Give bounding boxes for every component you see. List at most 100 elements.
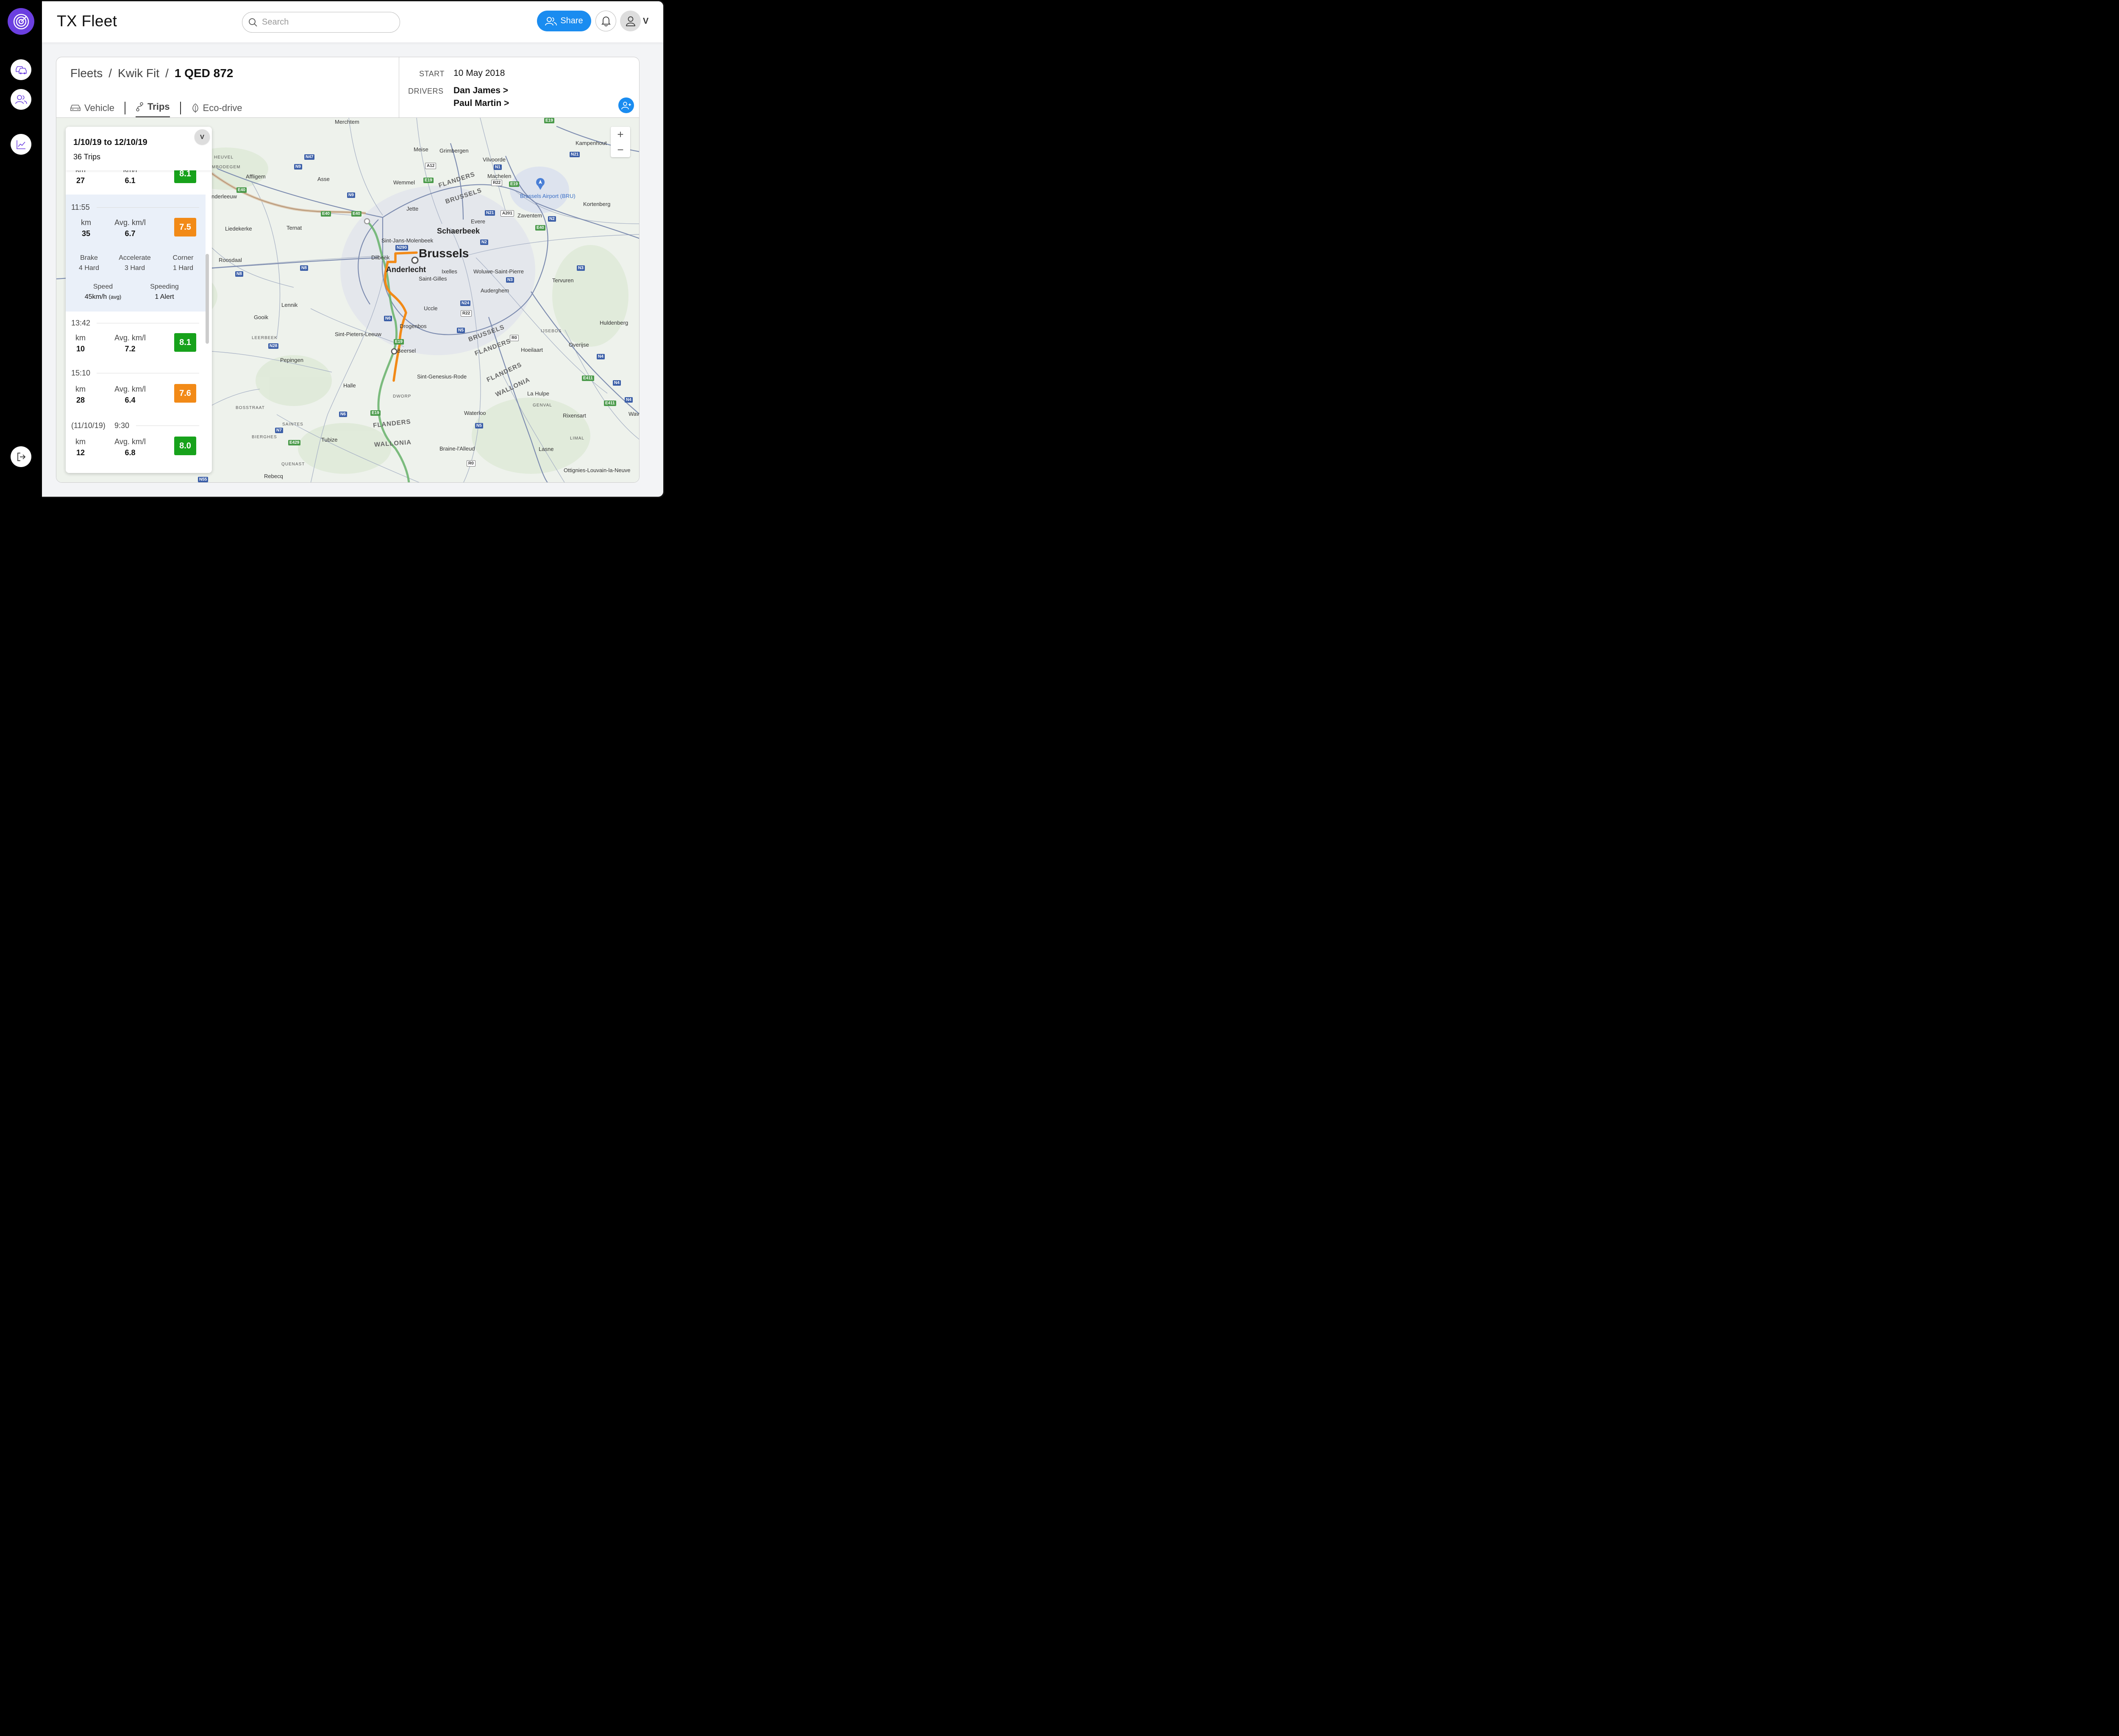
road-shield: N3	[577, 265, 585, 271]
road-shield: N21	[485, 210, 495, 216]
road-shield: N9	[294, 164, 302, 170]
sidebar-item-fleet[interactable]	[11, 59, 31, 80]
road-shield: N6	[339, 412, 347, 417]
road-shield: E40	[321, 211, 331, 217]
road-shield: N24	[460, 300, 471, 306]
zoom-out-button[interactable]: −	[611, 142, 630, 157]
breadcrumb-kwik-fit[interactable]: Kwik Fit	[118, 67, 159, 80]
road-shield: N28	[268, 343, 279, 349]
map-label: Merchtem	[335, 119, 359, 125]
road-shield: E19	[544, 118, 554, 123]
km-value: 12	[76, 448, 85, 457]
map-label-brussels: Brussels	[419, 247, 469, 260]
road-shield: E40	[351, 211, 362, 217]
avg-value: 6.4	[125, 396, 136, 404]
drivers-label: DRIVERS	[408, 87, 444, 95]
logo-icon[interactable]	[8, 8, 34, 35]
trip-item[interactable]: (11/10/19) 9:30 km Avg. km/l 12 6.8 8.0	[66, 414, 206, 469]
road-shield: E40	[236, 187, 247, 193]
users-icon	[545, 17, 557, 25]
km-value: 35	[81, 229, 91, 238]
user-icon	[626, 16, 635, 26]
road-shield: N290	[395, 245, 408, 250]
tab-eco-drive[interactable]: Eco-drive	[191, 100, 242, 117]
map-label: Woluwe-Saint-Pierre	[473, 268, 524, 275]
map-label: Affligem	[246, 173, 266, 180]
trips-list[interactable]: km km/l 27 6.1 8.1 11:55 km Avg. km/l	[66, 127, 212, 473]
share-button[interactable]: Share	[537, 11, 591, 31]
speed-suffix: (avg)	[108, 294, 122, 300]
search-box[interactable]	[242, 12, 400, 33]
top-bar: TX Fleet Share	[42, 1, 663, 42]
map-label: Grimbergen	[439, 147, 469, 154]
km-value: 28	[76, 396, 85, 404]
map-label: SAINTES	[282, 422, 303, 427]
trip-item[interactable]: km km/l 27 6.1 8.1	[66, 164, 206, 195]
sidebar	[0, 0, 42, 498]
map-label: HEUVEL	[214, 155, 234, 160]
add-driver-button[interactable]	[618, 97, 634, 113]
map-label: Sint-Pieters-Leeuw	[335, 331, 381, 337]
road-shield: N5	[457, 328, 465, 333]
zoom-in-button[interactable]: +	[611, 127, 630, 142]
road-shield: N4	[625, 397, 633, 403]
road-shield: R22	[491, 180, 503, 186]
road-shield: N5	[475, 423, 483, 428]
map-label: Roosdaal	[219, 257, 242, 263]
map-label: Uccle	[424, 305, 438, 312]
trips-panel-header: 1/10/19 to 12/10/19 36 Trips V	[66, 127, 212, 170]
avg-value: 7.2	[125, 345, 136, 353]
user-menu-toggle[interactable]: V	[643, 17, 648, 26]
road-shield: E40	[535, 225, 545, 231]
search-input[interactable]	[262, 17, 389, 27]
bell-icon	[601, 16, 611, 26]
trip-item-selected[interactable]: 11:55 km Avg. km/l 35 6.7 7.5 Brake Acce…	[66, 195, 206, 312]
map-view[interactable]: Merchtem Meise Grimbergen Vilvoorde Mach…	[56, 118, 639, 482]
logout-icon	[17, 452, 25, 461]
avatar[interactable]	[620, 11, 641, 31]
tab-trips[interactable]: Trips	[135, 99, 170, 117]
leaf-icon	[192, 103, 198, 113]
logout-button[interactable]	[11, 446, 31, 467]
corner-label: Corner	[172, 254, 194, 262]
map-label: LIMAL	[570, 436, 584, 441]
sidebar-item-analytics[interactable]	[11, 134, 31, 155]
route-icon	[136, 102, 143, 111]
tab-trips-label: Trips	[147, 101, 170, 112]
km-value: 10	[76, 345, 85, 353]
km-label: km	[81, 218, 91, 227]
road-shield: E411	[582, 376, 594, 381]
cars-icon	[15, 66, 27, 74]
sidebar-item-drivers[interactable]	[11, 89, 31, 110]
tab-divider	[180, 102, 181, 114]
car-icon	[70, 105, 81, 111]
trip-time: 11:55	[71, 203, 90, 211]
map-label: Meise	[414, 146, 428, 153]
notifications-button[interactable]	[595, 11, 616, 31]
driver-link-paul-martin[interactable]: Paul Martin >	[453, 98, 509, 108]
eco-score-badge: 7.5	[174, 218, 196, 236]
map-label: Zaventem	[517, 212, 542, 219]
map-label: Rebecq	[264, 473, 283, 479]
collapse-panel-button[interactable]: V	[195, 129, 210, 145]
road-shield: N21	[570, 152, 580, 157]
map-label: Ternat	[286, 225, 302, 231]
driver-link-dan-james[interactable]: Dan James >	[453, 86, 508, 96]
breadcrumb-fleets[interactable]: Fleets	[70, 67, 103, 80]
breadcrumb-separator: /	[108, 67, 112, 80]
map-label: Evere	[471, 218, 485, 225]
search-icon	[249, 18, 257, 27]
road-shield: A201	[501, 210, 514, 217]
start-label: START	[419, 70, 445, 78]
speed-value: 45km/h (avg)	[73, 293, 133, 301]
trip-item[interactable]: 13:42 km Avg. km/l 10 7.2 8.1	[66, 312, 206, 362]
road-shield: R0	[510, 335, 519, 341]
tab-vehicle[interactable]: Vehicle	[70, 100, 114, 117]
trips-scrollbar[interactable]	[206, 254, 209, 344]
accelerate-value: 3 Hard	[124, 264, 145, 272]
trip-item[interactable]: 15:10 km Avg. km/l 28 6.4 7.6	[66, 362, 206, 414]
km-value: 27	[76, 176, 85, 185]
avg-label: Avg. km/l	[114, 385, 146, 393]
map-label: Lennik	[281, 302, 298, 308]
map-label: Auderghem	[481, 287, 509, 294]
